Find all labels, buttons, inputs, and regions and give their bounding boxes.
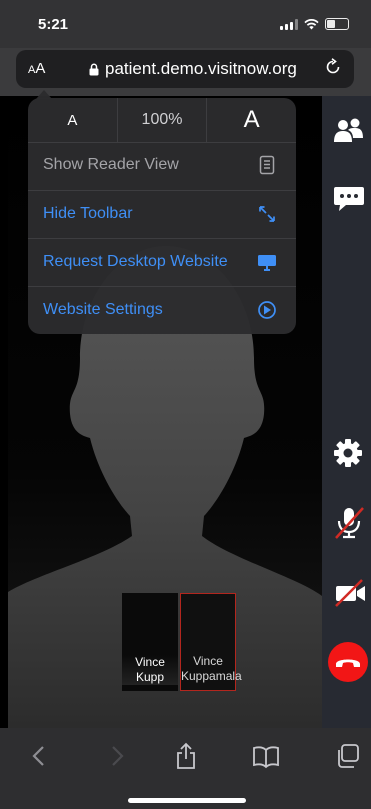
settings-compass-icon bbox=[258, 301, 276, 319]
lock-icon bbox=[89, 63, 99, 75]
url-text: patient.demo.visitnow.org bbox=[105, 59, 297, 78]
status-icons bbox=[280, 18, 349, 30]
home-indicator bbox=[128, 798, 246, 803]
chat-icon bbox=[334, 187, 364, 211]
menu-item-label: Website Settings bbox=[43, 301, 163, 318]
address-bar[interactable]: AA patient.demo.visitnow.org bbox=[16, 50, 354, 88]
zoom-level[interactable]: 100% bbox=[116, 98, 207, 142]
forward-button[interactable] bbox=[102, 742, 130, 770]
status-time: 5:21 bbox=[38, 16, 69, 33]
participant-name: Vince Kupp bbox=[122, 655, 178, 685]
browser-toolbar bbox=[0, 728, 371, 809]
mic-muted-icon bbox=[335, 507, 364, 539]
desktop-icon bbox=[258, 255, 276, 271]
expand-arrows-icon bbox=[259, 206, 275, 222]
settings-gear-icon bbox=[334, 439, 362, 467]
menu-item-hide-toolbar[interactable]: Hide Toolbar bbox=[28, 190, 296, 238]
cellular-signal-icon bbox=[280, 18, 298, 30]
tabs-button[interactable] bbox=[334, 742, 362, 770]
participant-thumbnail-active[interactable]: Vince Kuppamala bbox=[180, 593, 242, 691]
reader-icon bbox=[259, 155, 275, 175]
menu-item-request-desktop-website[interactable]: Request Desktop Website bbox=[28, 238, 296, 286]
camera-toggle-button[interactable] bbox=[334, 579, 365, 607]
menu-item-label: Request Desktop Website bbox=[43, 253, 228, 270]
microphone-toggle-button[interactable] bbox=[334, 506, 364, 539]
decrease-text-size-button[interactable]: A bbox=[28, 98, 117, 142]
participant-thumbnail[interactable]: Vince Kupp bbox=[122, 593, 178, 691]
forward-icon bbox=[112, 746, 124, 766]
camera-off-icon bbox=[335, 579, 365, 607]
settings-button[interactable] bbox=[334, 439, 362, 467]
bookmarks-button[interactable] bbox=[252, 742, 280, 770]
participants-icon bbox=[334, 118, 363, 142]
wifi-icon bbox=[304, 18, 319, 29]
hang-up-icon bbox=[336, 659, 360, 667]
menu-item-website-settings[interactable]: Website Settings bbox=[28, 286, 296, 334]
back-icon bbox=[32, 746, 44, 766]
reload-button[interactable] bbox=[324, 58, 342, 82]
reload-icon bbox=[326, 58, 340, 74]
back-button[interactable] bbox=[26, 742, 54, 770]
bookmarks-icon bbox=[253, 746, 279, 769]
hang-up-button[interactable] bbox=[328, 642, 368, 682]
increase-text-size-button[interactable]: A bbox=[206, 98, 296, 142]
aa-large-label: A bbox=[35, 60, 46, 77]
chat-button[interactable] bbox=[334, 186, 364, 212]
share-button[interactable] bbox=[172, 742, 200, 770]
url-field[interactable]: patient.demo.visitnow.org bbox=[89, 59, 297, 79]
battery-icon bbox=[325, 18, 349, 30]
menu-item-label: Show Reader View bbox=[43, 156, 179, 173]
menu-item-label: Hide Toolbar bbox=[43, 205, 133, 222]
share-icon bbox=[177, 742, 195, 769]
status-bar: 5:21 bbox=[0, 0, 371, 48]
menu-item-show-reader-view: Show Reader View bbox=[28, 142, 296, 190]
page-settings-popover: A 100% A Show Reader View Hide Toolbar R… bbox=[28, 98, 296, 334]
call-controls-rail bbox=[322, 96, 371, 728]
participants-button[interactable] bbox=[334, 118, 363, 144]
participant-name: Vince Kuppamala bbox=[181, 654, 242, 683]
text-size-button[interactable]: AA bbox=[28, 60, 45, 77]
text-size-row: A 100% A bbox=[28, 98, 296, 143]
tabs-icon bbox=[338, 744, 359, 768]
